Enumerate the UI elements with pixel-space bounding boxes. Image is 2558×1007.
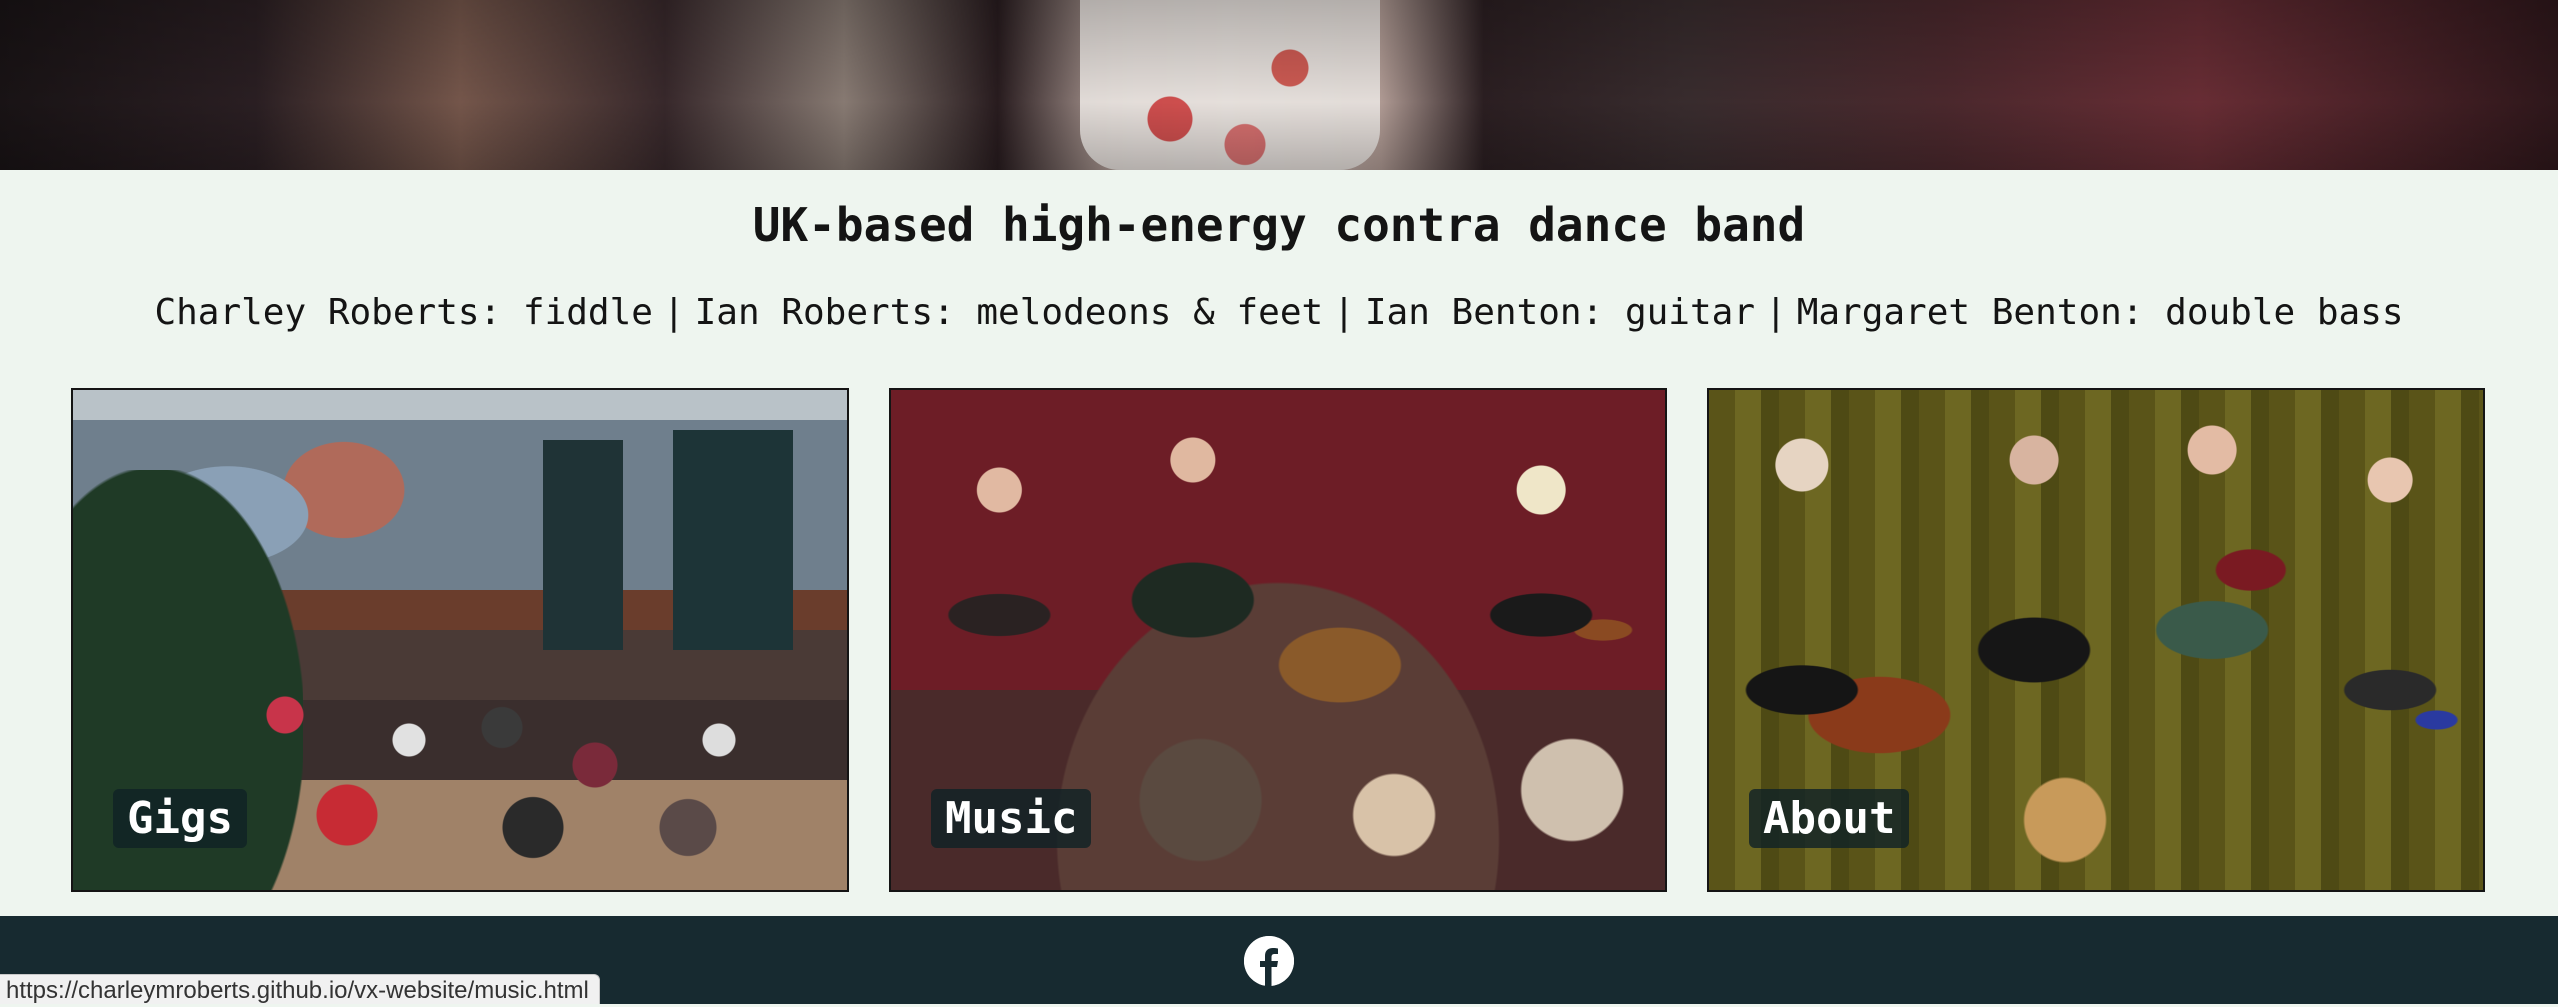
band-members: Charley Roberts: fiddle | Ian Roberts: mel… [0,292,2558,333]
member-ian-benton: Ian Benton: guitar [1364,292,1755,333]
member-separator: | [1333,292,1355,333]
gigs-card-link[interactable]: Gigs [71,388,849,892]
member-ian-roberts: Ian Roberts: melodeons & feet [694,292,1324,333]
about-label: About [1749,789,1910,848]
member-charley: Charley Roberts: fiddle [154,292,653,333]
browser-status-url: https://charleymroberts.github.io/vx-web… [0,974,600,1004]
page-headline: UK-based high-energy contra dance band [752,198,1806,252]
member-separator: | [662,292,685,333]
gigs-label: Gigs [113,789,247,848]
about-card-link[interactable]: About [1707,388,2485,892]
member-separator: | [1765,292,1787,333]
facebook-icon[interactable] [1244,936,1294,986]
hero-banner [0,0,2558,170]
member-margaret: Margaret Benton: double bass [1796,292,2404,333]
music-label: Music [931,789,1092,848]
music-card-link[interactable]: Music [889,388,1667,892]
